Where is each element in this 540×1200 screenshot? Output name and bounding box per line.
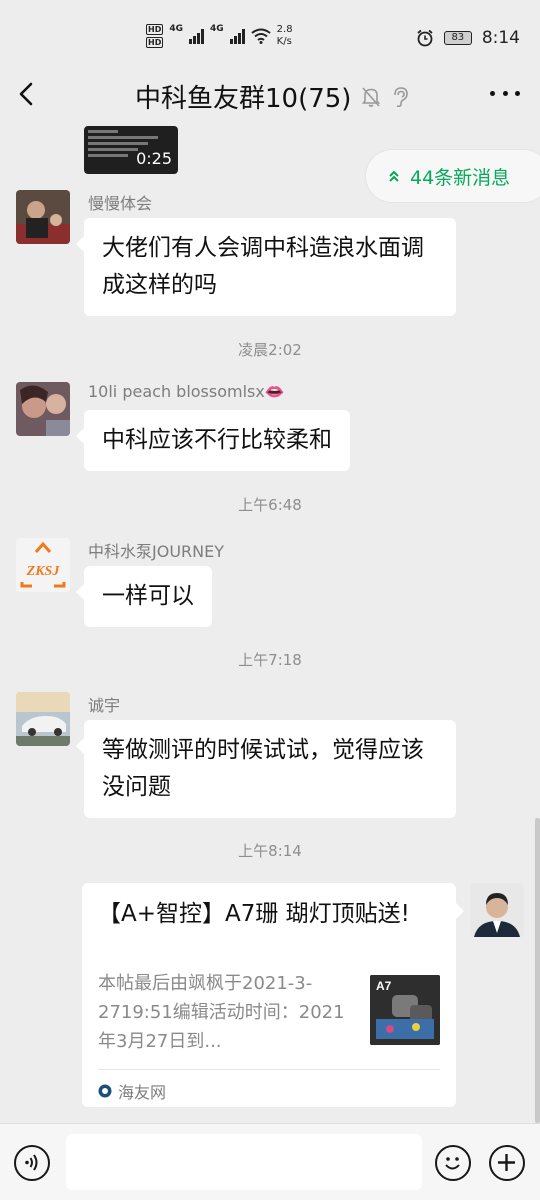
wifi-icon [251, 28, 271, 44]
avatar[interactable] [16, 190, 70, 244]
network-type: 4G [210, 24, 224, 34]
chat-title[interactable]: 中科鱼友群10(75) [135, 78, 351, 115]
message-bubble[interactable]: 一样可以 [76, 566, 212, 627]
link-card-title: 【A+智控】A7珊 瑚灯顶贴送! [98, 901, 410, 927]
message-list[interactable]: 0:25 44条新消息 慢慢体会 大佬们有人会调中科造浪水面调成这样的吗 凌晨2… [0, 120, 540, 1123]
sender-name: 10li peach blossomlsx👄 [88, 382, 285, 401]
sender-name: 诚宇 [88, 696, 121, 715]
avatar-text: ZKSJ [26, 564, 61, 579]
message-text: 大佬们有人会调中科造浪水面调成这样的吗 [102, 235, 424, 298]
status-right: 83 8:14 [416, 28, 520, 48]
avatar[interactable]: ZKSJ [16, 538, 70, 592]
source-logo-icon [98, 1084, 112, 1098]
message-item: 慢慢体会 大佬们有人会调中科造浪水面调成这样的吗 [16, 190, 536, 320]
network-speed: 2.8 K/s [277, 24, 293, 48]
signal-icon [229, 28, 245, 44]
message-input[interactable] [66, 1134, 422, 1190]
message-item: ZKSJ 中科水泵JOURNEY 一样可以 [16, 538, 536, 628]
hd-badge: HD [146, 37, 164, 48]
divider [98, 1069, 440, 1070]
avatar[interactable] [16, 382, 70, 436]
link-card[interactable]: 【A+智控】A7珊 瑚灯顶贴送! 本帖最后由飒枫于2021-3-2719:51编… [82, 883, 464, 1107]
more-dots-icon[interactable] [490, 78, 520, 108]
timestamp: 上午6:48 [238, 496, 302, 514]
voice-icon[interactable] [14, 1145, 50, 1181]
ear-icon [394, 86, 409, 107]
chat-header: 中科鱼友群10(75) [0, 70, 540, 120]
chevron-left-icon[interactable] [14, 78, 42, 110]
new-messages-label: 44条新消息 [410, 166, 511, 189]
clock: 8:14 [481, 28, 520, 48]
input-bar [0, 1123, 540, 1200]
message-bubble[interactable]: 中科应该不行比较柔和 [76, 410, 350, 471]
hd-badge: HD [146, 24, 164, 35]
message-text: 等做测评的时候试试，觉得应该没问题 [102, 737, 424, 800]
message-bubble[interactable]: 大佬们有人会调中科造浪水面调成这样的吗 [76, 218, 456, 316]
video-duration: 0:25 [136, 149, 172, 168]
signal-icon [189, 28, 204, 44]
self-avatar[interactable] [470, 883, 524, 937]
timestamp: 上午8:14 [238, 842, 302, 860]
message-text: 一样可以 [102, 583, 194, 609]
bell-slash-icon [362, 86, 381, 107]
video-message[interactable]: 0:25 [84, 126, 178, 174]
hd-indicators: HD HD [146, 24, 164, 48]
message-item: 10li peach blossomlsx👄 中科应该不行比较柔和 [16, 382, 536, 472]
sender-name: 慢慢体会 [88, 194, 153, 213]
network-type: 4G [169, 24, 183, 34]
status-bar: HD HD 4G 4G 2.8 K/s 83 8:14 [0, 0, 540, 70]
status-left: HD HD 4G 4G 2.8 K/s [146, 24, 293, 48]
emoji-icon[interactable] [435, 1145, 471, 1181]
message-bubble[interactable]: 等做测评的时候试试，觉得应该没问题 [76, 720, 456, 818]
plus-icon[interactable] [489, 1145, 525, 1181]
link-card-source: 海友网 [98, 1079, 166, 1103]
timestamp: 凌晨2:02 [238, 341, 302, 359]
link-card-thumbnail: A7 [370, 975, 440, 1045]
alarm-icon [417, 29, 433, 47]
message-item: 诚宇 等做测评的时候试试，觉得应该没问题 [16, 692, 536, 822]
sender-name: 中科水泵JOURNEY [88, 542, 224, 561]
title-group: 中科鱼友群10(75) [135, 78, 409, 115]
thumbnail-label: A7 [376, 979, 392, 993]
double-chevron-up-icon [389, 170, 399, 182]
avatar[interactable] [16, 692, 70, 746]
speed-unit: K/s [276, 36, 292, 47]
speed-value: 2.8 [276, 24, 293, 35]
scrollbar[interactable] [535, 818, 540, 1123]
link-card-description: 本帖最后由飒枫于2021-3-2719:51编辑活动时间：2021年3月27日到… [98, 973, 345, 1052]
link-card-source-label: 海友网 [118, 1083, 167, 1102]
message-text: 中科应该不行比较柔和 [102, 427, 332, 453]
battery-icon: 83 [443, 31, 472, 45]
timestamp: 上午7:18 [238, 651, 302, 669]
